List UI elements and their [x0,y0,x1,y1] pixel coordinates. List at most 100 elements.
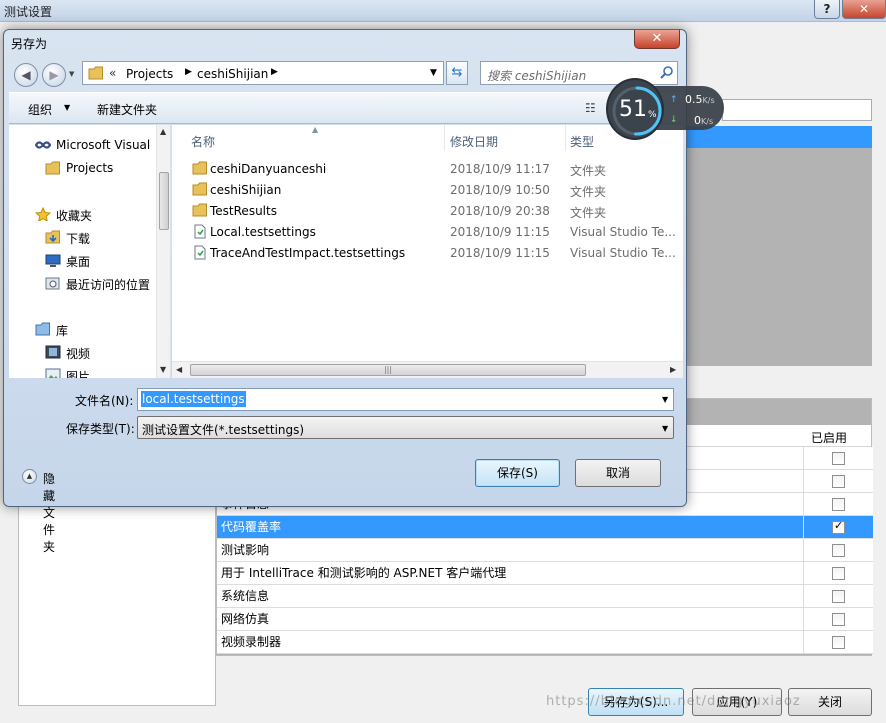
nav-item-0[interactable]: Microsoft Visual [9,135,156,155]
nav-item-8[interactable]: 图片 [9,365,156,378]
enabled-checkbox[interactable] [832,544,845,557]
new-folder-button[interactable]: 新建文件夹 [97,101,157,118]
file-list[interactable]: ▲ 名称 修改日期 类型 ceshiDanyuanceshi 2018/10/9 … [172,125,683,378]
enabled-checkbox[interactable] [832,590,845,603]
column-type-header[interactable]: 类型 [570,133,594,150]
dialog-toolbar: 组织 ▼ 新建文件夹 ☷ [9,92,683,124]
file-row[interactable]: ceshiDanyuanceshi 2018/10/9 11:17 文件夹 [172,158,683,179]
nav-scrollbar[interactable]: ▲ ▼ [156,125,170,378]
enabled-column-header: 已启用 [811,431,848,445]
nav-item-label: 图片 [66,370,91,378]
settings-field[interactable] [722,99,872,121]
vs-icon [35,141,51,149]
download-value: 0 [694,114,701,127]
search-input[interactable]: 搜索 ceshiShijian [487,67,586,84]
filename-input[interactable]: local.testsettings ▼ [137,388,674,411]
sort-ascending-icon: ▲ [312,125,319,134]
nav-item-1[interactable]: Projects [9,158,156,178]
cancel-button[interactable]: 取消 [575,459,661,487]
file-date: 2018/10/9 10:50 [450,183,550,197]
table-row[interactable]: 用于 IntelliTrace 和测试影响的 ASP.NET 客户端代理 [217,562,873,585]
filetype-select[interactable]: 测试设置文件(*.testsettings) ▼ [137,416,674,439]
nav-item-label: Projects [66,161,114,175]
filename-value[interactable]: local.testsettings [141,391,246,407]
enabled-checkbox[interactable] [832,613,845,626]
recent-locations-dropdown[interactable]: ▼ [69,70,74,78]
nav-item-7[interactable]: 视频 [9,342,156,362]
nav-item-label: 库 [56,324,69,338]
column-name-header[interactable]: 名称 [191,133,215,150]
hide-folders-label[interactable]: 隐藏文件夹 [43,470,55,555]
chevron-up-icon[interactable]: ▲ [22,469,37,484]
table-row[interactable]: 视频录制器 [217,631,873,654]
scroll-down-icon[interactable]: ▼ [160,365,166,374]
watermark: https://blog.csdn.net/dongyuxiaoz [546,694,801,709]
enabled-cell [803,562,873,585]
enabled-cell [803,585,873,608]
file-row[interactable]: TraceAndTestImpact.testsettings 2018/10/9… [172,242,683,263]
breadcrumb-arrow-icon[interactable]: ▶ [271,67,278,77]
scroll-left-icon[interactable]: ◀ [176,365,182,374]
network-monitor-widget[interactable]: 51 % ↑ 0.5K/s ↓ 0K/s [606,78,726,142]
breadcrumb-overflow[interactable]: « [109,66,116,80]
enabled-checkbox[interactable] [832,452,845,465]
breadcrumb-ceshishijian[interactable]: ceshiShijian [197,67,268,81]
window-close-button[interactable]: ✕ [842,0,886,19]
address-bar[interactable]: « Projects ▶ ceshiShijian ▶ ▼ [82,61,444,85]
chevron-down-icon[interactable]: ▼ [662,395,668,404]
column-divider[interactable] [444,125,445,151]
window-title: 测试设置 [4,5,53,19]
file-name: TestResults [210,204,277,218]
collector-name: 用于 IntelliTrace 和测试影响的 ASP.NET 客户端代理 [217,562,803,585]
file-row[interactable]: TestResults 2018/10/9 20:38 文件夹 [172,200,683,221]
enabled-checkbox[interactable] [832,498,845,511]
download-speed: 0K/s [694,114,713,127]
horizontal-scrollbar[interactable]: ◀ ||| ▶ [172,361,683,378]
help-button[interactable]: ? [814,0,840,19]
file-type: Visual Studio Te... [570,246,676,260]
chevron-down-icon[interactable]: ▼ [662,424,668,433]
save-button[interactable]: 保存(S) [475,459,560,487]
nav-item-4[interactable]: 桌面 [9,250,156,270]
nav-item-6[interactable]: 库 [9,319,156,339]
folder-icon [45,161,60,175]
chevron-down-icon[interactable]: ▼ [64,103,70,112]
nav-item-5[interactable]: 最近访问的位置 [9,273,156,293]
view-options-icon[interactable]: ☷ [585,101,596,115]
filetype-value: 测试设置文件(*.testsettings) [142,423,305,437]
enabled-checkbox[interactable] [832,567,845,580]
nav-item-3[interactable]: 下载 [9,227,156,247]
file-row[interactable]: ceshiShijian 2018/10/9 10:50 文件夹 [172,179,683,200]
organize-button[interactable]: 组织 [28,101,52,118]
column-date-header[interactable]: 修改日期 [450,133,498,150]
scroll-right-icon[interactable]: ▶ [670,365,676,374]
nav-scroll-thumb[interactable] [159,172,169,230]
arrow-right-icon: ▶ [49,68,59,82]
upload-value: 0.5 [685,93,703,106]
breadcrumb-arrow-icon[interactable]: ▶ [185,67,192,77]
table-row[interactable]: 测试影响 [217,539,873,562]
column-divider[interactable] [565,125,566,151]
file-row[interactable]: Local.testsettings 2018/10/9 11:15 Visual … [172,221,683,242]
collector-name: 网络仿真 [217,608,803,631]
breadcrumb-projects[interactable]: Projects [126,67,173,81]
table-row[interactable]: 系统信息 [217,585,873,608]
enabled-cell [803,608,873,631]
scroll-up-icon[interactable]: ▲ [160,127,166,136]
dialog-close-button[interactable]: ✕ [634,30,680,49]
forward-button[interactable]: ▶ [42,63,66,87]
enabled-checkbox[interactable] [832,475,845,488]
enabled-checkbox[interactable] [832,636,845,649]
navigation-pane[interactable]: Microsoft Visual Projects 收藏夹下载桌面最近访问的位置库视… [9,125,171,378]
refresh-button[interactable]: ⇆ [446,61,468,85]
table-row[interactable]: 网络仿真 [217,608,873,631]
nav-item-2[interactable]: 收藏夹 [9,204,156,224]
enabled-checkbox[interactable] [832,519,845,534]
table-row[interactable]: 代码覆盖率 [217,516,873,539]
back-button[interactable]: ◀ [14,63,38,87]
address-dropdown-icon[interactable]: ▼ [430,68,437,78]
horizontal-scroll-thumb[interactable]: ||| [190,364,586,376]
file-name: Local.testsettings [210,225,316,239]
folder-icon [192,161,207,175]
file-name: ceshiShijian [210,183,282,197]
